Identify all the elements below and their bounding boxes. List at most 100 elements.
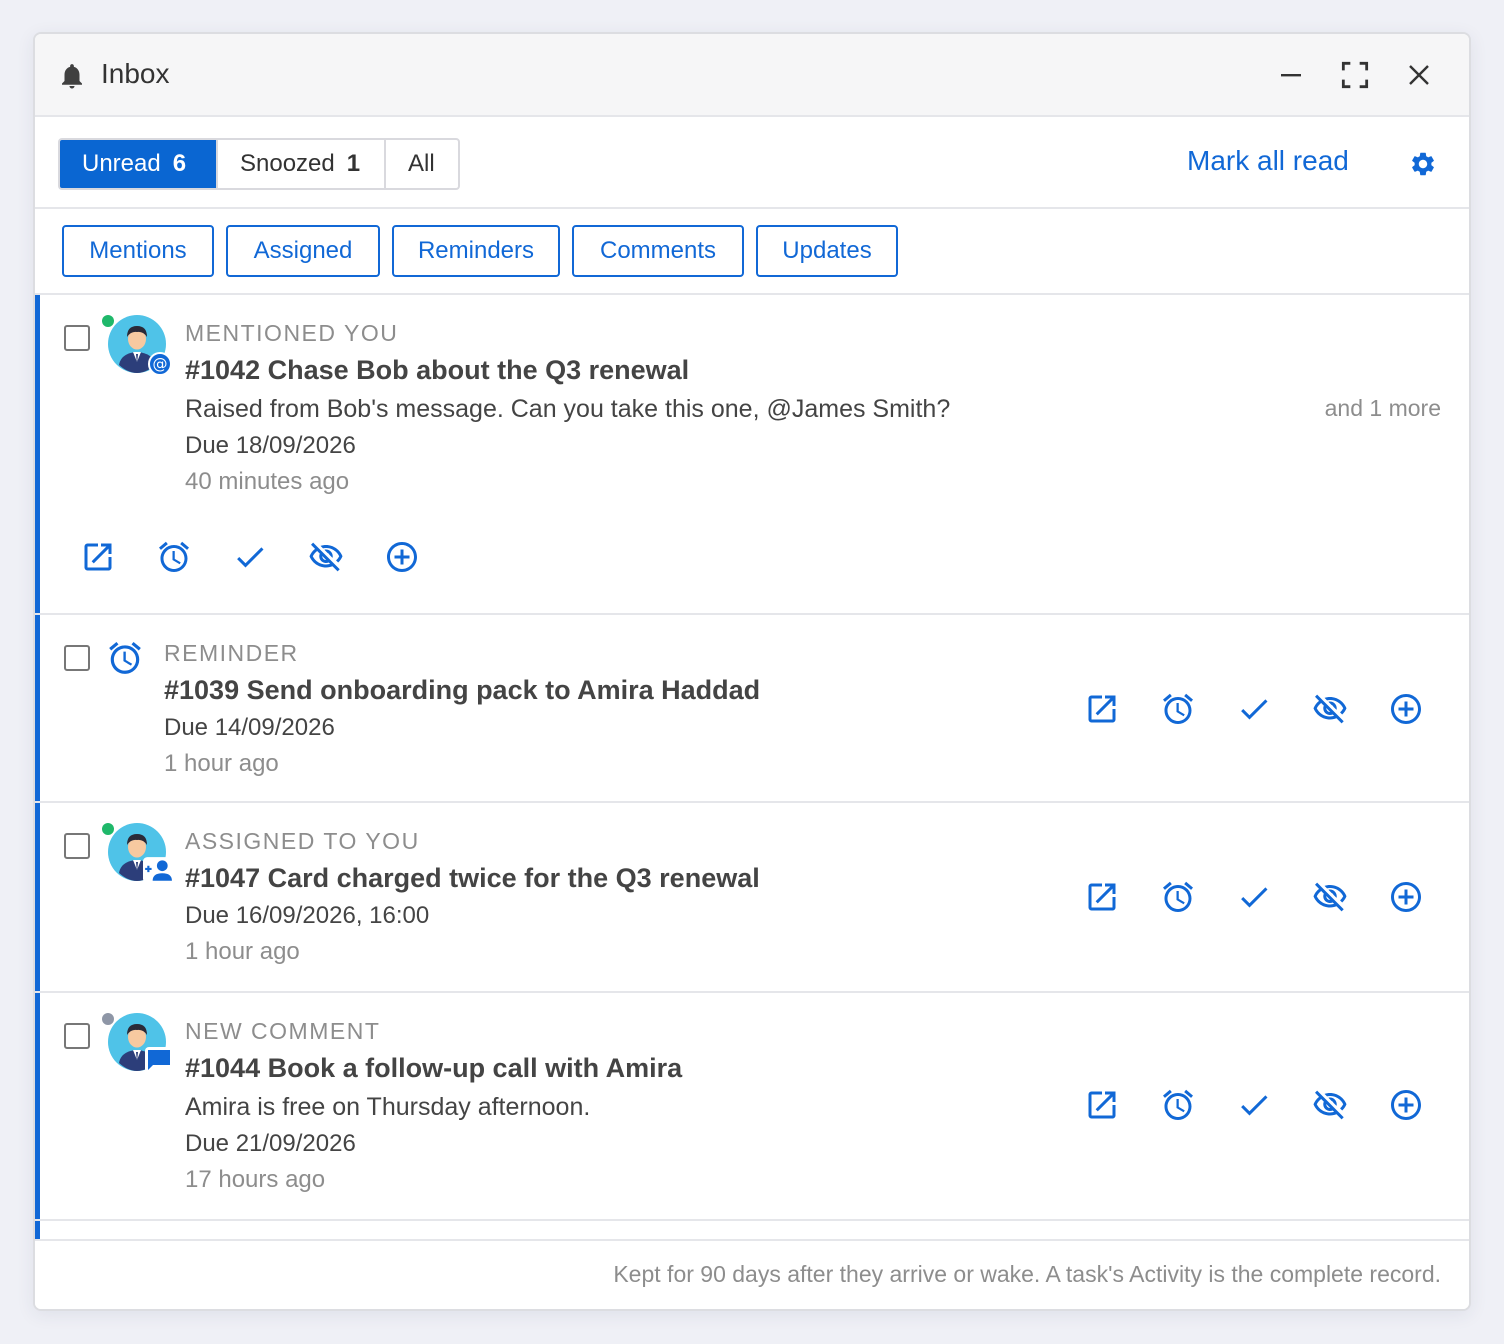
- snooze-button[interactable]: [1158, 1085, 1198, 1125]
- minimize-icon: [1281, 74, 1301, 77]
- and-more-label[interactable]: and 1 more: [1325, 395, 1441, 422]
- alarm-clock-icon: [1160, 691, 1196, 727]
- open-external-icon: [80, 539, 116, 575]
- tab-unread[interactable]: Unread 6: [60, 140, 218, 188]
- select-checkbox[interactable]: [64, 645, 90, 671]
- item-actions: [1082, 689, 1426, 729]
- notification-item-reminder[interactable]: REMINDER #1039 Send onboarding pack to A…: [35, 615, 1469, 803]
- open-button[interactable]: [78, 537, 118, 577]
- gear-icon[interactable]: [1409, 150, 1437, 178]
- alarm-clock-icon: [1160, 879, 1196, 915]
- notification-item-partial[interactable]: [35, 1221, 1469, 1241]
- close-icon: [1409, 65, 1429, 85]
- eye-off-icon: [1312, 1087, 1348, 1123]
- item-kind: REMINDER: [164, 640, 299, 666]
- item-content: ASSIGNED TO YOU #1047 Card charged twice…: [185, 824, 760, 970]
- footer: Kept for 90 days after they arrive or wa…: [35, 1239, 1469, 1309]
- hide-button[interactable]: [1310, 1085, 1350, 1125]
- item-kind: MENTIONED YOU: [185, 320, 399, 346]
- item-title[interactable]: #1047 Card charged twice for the Q3 rene…: [185, 858, 760, 898]
- close-button[interactable]: [1400, 56, 1438, 94]
- inbox-window: Inbox Unread 6 Snoozed 1 All Mark all read…: [33, 32, 1471, 1311]
- item-due: Due 16/09/2026, 16:00: [185, 902, 430, 929]
- at-icon: @: [148, 352, 172, 376]
- item-due: Due 21/09/2026: [185, 1130, 356, 1157]
- add-button[interactable]: [1386, 689, 1426, 729]
- mark-done-button[interactable]: [1234, 877, 1274, 917]
- item-title[interactable]: #1044 Book a follow-up call with Amira: [185, 1048, 682, 1088]
- window-title: Inbox: [101, 58, 170, 89]
- comment-icon: [145, 1047, 173, 1073]
- item-body: Amira is free on Thursday afternoon.: [185, 1093, 591, 1121]
- maximize-button[interactable]: [1336, 56, 1374, 94]
- tab-label: Unread: [82, 150, 161, 177]
- tab-count: 6: [172, 150, 187, 177]
- add-button[interactable]: [1386, 1085, 1426, 1125]
- tab-all[interactable]: All: [386, 140, 458, 188]
- alarm-clock-icon: [1160, 1087, 1196, 1123]
- open-external-icon: [1084, 1087, 1120, 1123]
- add-circle-icon: [384, 539, 420, 575]
- snooze-button[interactable]: [154, 537, 194, 577]
- filter-chips: Mentions Assigned Reminders Comments Upd…: [35, 209, 1469, 295]
- add-circle-icon: [1388, 691, 1424, 727]
- item-actions: [78, 537, 422, 577]
- item-title[interactable]: #1039 Send onboarding pack to Amira Hadd…: [164, 670, 760, 710]
- mark-all-read-link[interactable]: Mark all read: [1187, 145, 1349, 177]
- hide-button[interactable]: [306, 537, 346, 577]
- svg-text:@: @: [153, 355, 168, 373]
- check-icon: [1236, 879, 1272, 915]
- filter-comments[interactable]: Comments: [572, 225, 744, 277]
- notification-item-assigned[interactable]: ASSIGNED TO YOU #1047 Card charged twice…: [35, 803, 1469, 993]
- filter-mentions[interactable]: Mentions: [62, 225, 214, 277]
- notification-item-comment[interactable]: NEW COMMENT #1044 Book a follow-up call …: [35, 993, 1469, 1221]
- minimize-button[interactable]: [1272, 56, 1310, 94]
- open-external-icon: [1084, 879, 1120, 915]
- item-due: Due 14/09/2026: [164, 714, 335, 741]
- check-icon: [1236, 1087, 1272, 1123]
- mark-done-button[interactable]: [230, 537, 270, 577]
- tab-group: Unread 6 Snoozed 1 All: [58, 138, 460, 190]
- item-title[interactable]: #1042 Chase Bob about the Q3 renewal: [185, 350, 950, 390]
- unread-indicator: [35, 295, 40, 613]
- add-button[interactable]: [382, 537, 422, 577]
- tab-label: Snoozed: [240, 150, 335, 177]
- snooze-button[interactable]: [1158, 877, 1198, 917]
- person-add-icon: [143, 857, 173, 883]
- select-checkbox[interactable]: [64, 1023, 90, 1049]
- item-time: 40 minutes ago: [185, 468, 350, 495]
- title-bar: Inbox: [35, 34, 1469, 117]
- filter-updates[interactable]: Updates: [756, 225, 898, 277]
- eye-off-icon: [1312, 691, 1348, 727]
- item-content: REMINDER #1039 Send onboarding pack to A…: [164, 636, 760, 782]
- mark-done-button[interactable]: [1234, 1085, 1274, 1125]
- item-kind: ASSIGNED TO YOU: [185, 828, 420, 854]
- item-content: NEW COMMENT #1044 Book a follow-up call …: [185, 1014, 682, 1198]
- item-time: 17 hours ago: [185, 1166, 326, 1193]
- open-button[interactable]: [1082, 689, 1122, 729]
- item-kind: NEW COMMENT: [185, 1018, 381, 1044]
- unread-indicator: [35, 993, 40, 1219]
- unread-indicator: [35, 803, 40, 991]
- check-icon: [1236, 691, 1272, 727]
- select-checkbox[interactable]: [64, 833, 90, 859]
- unread-indicator: [35, 615, 40, 801]
- hide-button[interactable]: [1310, 689, 1350, 729]
- item-body: Raised from Bob's message. Can you take …: [185, 395, 951, 423]
- open-button[interactable]: [1082, 877, 1122, 917]
- notification-item-mention[interactable]: @ MENTIONED YOU #1042 Chase Bob about th…: [35, 295, 1469, 615]
- tab-snoozed[interactable]: Snoozed 1: [218, 140, 386, 188]
- select-checkbox[interactable]: [64, 325, 90, 351]
- open-button[interactable]: [1082, 1085, 1122, 1125]
- alarm-clock-icon: [106, 639, 144, 677]
- check-icon: [232, 539, 268, 575]
- filter-reminders[interactable]: Reminders: [392, 225, 560, 277]
- add-button[interactable]: [1386, 877, 1426, 917]
- hide-button[interactable]: [1310, 877, 1350, 917]
- alarm-clock-icon: [156, 539, 192, 575]
- item-actions: [1082, 877, 1426, 917]
- filter-assigned[interactable]: Assigned: [226, 225, 380, 277]
- mark-done-button[interactable]: [1234, 689, 1274, 729]
- item-time: 1 hour ago: [185, 938, 300, 965]
- snooze-button[interactable]: [1158, 689, 1198, 729]
